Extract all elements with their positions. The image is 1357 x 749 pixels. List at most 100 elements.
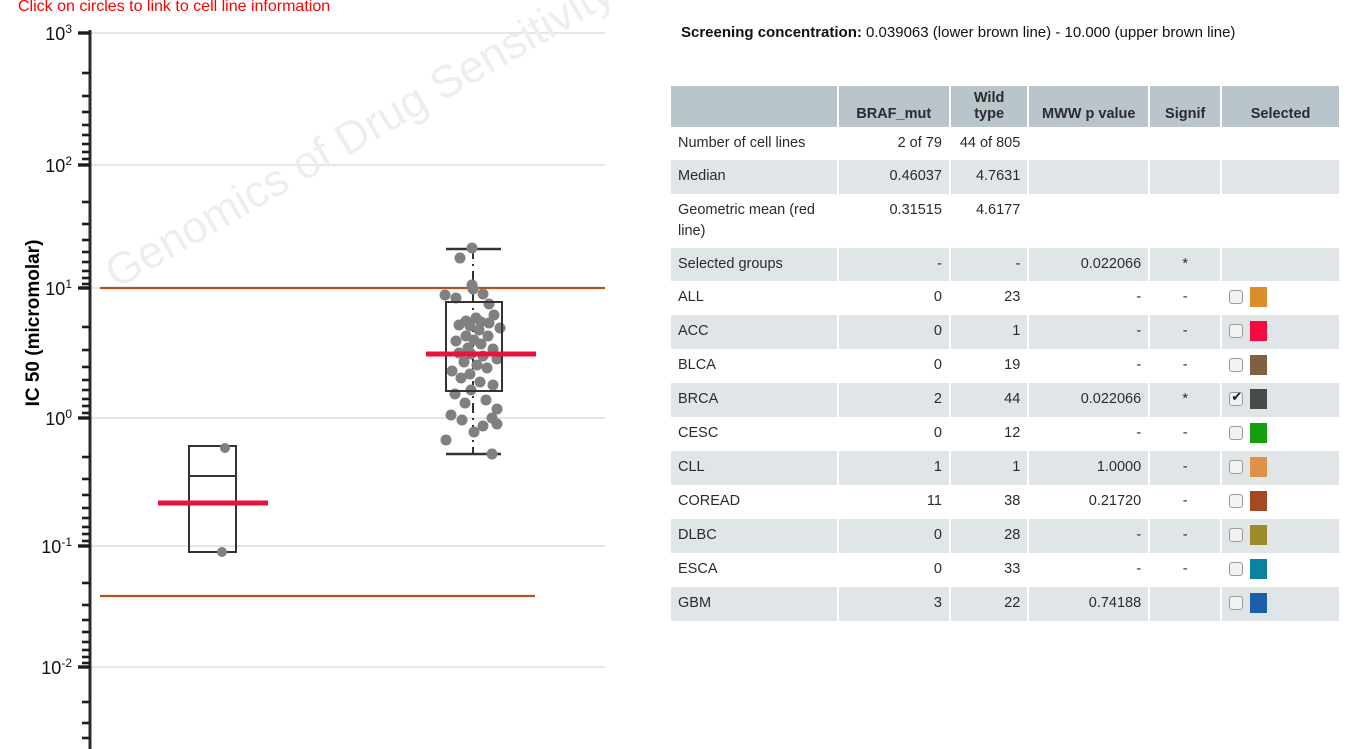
cell-wild: 44	[950, 382, 1028, 417]
row-label: COREAD	[671, 484, 837, 519]
select-checkbox[interactable]	[1229, 357, 1244, 372]
cell-braf: 2 of 79	[838, 127, 949, 161]
cell-braf: 0	[838, 518, 949, 553]
table-row[interactable]: DLBC 0 28- -	[671, 518, 1339, 553]
cell-signif: -	[1150, 518, 1221, 553]
cell-signif: -	[1150, 280, 1221, 315]
table-row[interactable]: ESCA 0 33- -	[671, 552, 1339, 587]
cell-mww: -	[1029, 518, 1149, 553]
select-checkbox[interactable]	[1229, 459, 1244, 474]
stats-table-wrap: BRAF_mut Wild type MWW p value Signif Se…	[669, 86, 1345, 621]
select-checkbox[interactable]	[1229, 561, 1244, 576]
boxplot-panel: Click on circles to link to cell line in…	[0, 0, 650, 749]
tissue-color-swatch	[1250, 286, 1268, 307]
cell-wild: 44 of 805	[950, 127, 1028, 161]
row-label: Geometric mean (red line)	[671, 193, 837, 248]
row-label: BLCA	[671, 348, 837, 383]
cell-mww: 0.022066	[1029, 382, 1149, 417]
boxplot-svg[interactable]: 103 102 101 100 10-1 10-2	[0, 22, 650, 749]
select-checkbox[interactable]	[1229, 493, 1244, 508]
select-checkbox[interactable]	[1229, 425, 1244, 440]
svg-text:10-2: 10-2	[41, 656, 72, 678]
row-label: CESC	[671, 416, 837, 451]
cell-selected[interactable]	[1222, 280, 1339, 315]
table-header-row: BRAF_mut Wild type MWW p value Signif Se…	[671, 86, 1339, 128]
row-label: DLBC	[671, 518, 837, 553]
cell-braf: 0.31515	[838, 193, 949, 248]
cell-wild: 1	[950, 314, 1028, 349]
cell-selected	[1222, 127, 1339, 161]
cell-signif: -	[1150, 416, 1221, 451]
cell-signif	[1150, 160, 1221, 194]
table-row[interactable]: BLCA 0 19- -	[671, 348, 1339, 383]
screening-concentration-value: 0.039063 (lower brown line) - 10.000 (up…	[861, 24, 1236, 41]
cell-selected[interactable]	[1222, 314, 1339, 349]
svg-text:101: 101	[45, 277, 72, 299]
cell-wild: 33	[950, 552, 1028, 587]
cell-braf: 0	[838, 348, 949, 383]
table-row[interactable]: ALL 0 23- -	[671, 280, 1339, 315]
row-label: ESCA	[671, 552, 837, 587]
row-label: ACC	[671, 314, 837, 349]
tissue-color-swatch	[1250, 456, 1268, 477]
col-header-selected: Selected	[1222, 86, 1339, 128]
cell-selected[interactable]	[1222, 586, 1339, 621]
plot-area: IC 50 (micromolar) 103 102 101 100 10-1 …	[0, 0, 650, 749]
row-label: BRCA	[671, 382, 837, 417]
cell-selected	[1222, 160, 1339, 194]
cell-selected[interactable]	[1222, 484, 1339, 519]
table-row: Median 0.46037 4.7631	[671, 160, 1339, 194]
cell-mww: -	[1029, 314, 1149, 349]
cell-mww: 0.21720	[1029, 484, 1149, 519]
cell-mww	[1029, 160, 1149, 194]
cell-mww: 1.0000	[1029, 450, 1149, 485]
select-checkbox[interactable]	[1229, 323, 1244, 338]
cell-braf: 11	[838, 484, 949, 519]
select-checkbox[interactable]	[1229, 289, 1244, 304]
table-row[interactable]: BRCA 2 44 0.022066 *	[671, 382, 1339, 417]
info-panel: Screening concentration: 0.039063 (lower…	[669, 0, 1345, 749]
table-row: Selected groups - - 0.022066 *	[671, 247, 1339, 281]
cell-braf: 0	[838, 416, 949, 451]
cell-wild: 22	[950, 586, 1028, 621]
row-label: Median	[671, 160, 837, 194]
table-row[interactable]: CLL 1 1 1.0000-	[671, 450, 1339, 485]
screening-concentration-label: Screening concentration:	[681, 24, 862, 41]
cell-signif	[1150, 586, 1221, 621]
cell-braf: 0.46037	[838, 160, 949, 194]
table-row[interactable]: CESC 0 12- -	[671, 416, 1339, 451]
tissue-color-swatch	[1250, 388, 1268, 409]
cell-selected[interactable]	[1222, 348, 1339, 383]
cell-selected	[1222, 193, 1339, 248]
cell-signif: -	[1150, 552, 1221, 587]
col-header-braf-mut: BRAF_mut	[838, 86, 949, 128]
cell-selected[interactable]	[1222, 382, 1339, 417]
cell-mww	[1029, 127, 1149, 161]
select-checkbox[interactable]	[1229, 527, 1244, 542]
cell-braf: 2	[838, 382, 949, 417]
cell-selected[interactable]	[1222, 416, 1339, 451]
cell-mww: -	[1029, 416, 1149, 451]
col-header-wild-type: Wild type	[950, 86, 1028, 128]
cell-selected[interactable]	[1222, 450, 1339, 485]
row-label: CLL	[671, 450, 837, 485]
table-row[interactable]: ACC 0 1- -	[671, 314, 1339, 349]
row-label: GBM	[671, 586, 837, 621]
tissue-color-swatch	[1250, 558, 1268, 579]
cell-selected[interactable]	[1222, 552, 1339, 587]
table-row[interactable]: COREAD 11 38 0.21720-	[671, 484, 1339, 519]
cell-braf: -	[838, 247, 949, 281]
table-row[interactable]: GBM 3 22 0.74188	[671, 586, 1339, 621]
col-header-mww-p-value: MWW p value	[1029, 86, 1149, 128]
tissue-color-swatch	[1250, 354, 1268, 375]
cell-selected[interactable]	[1222, 518, 1339, 553]
select-checkbox[interactable]	[1229, 595, 1244, 610]
table-row: Number of cell lines 2 of 79 44 of 805	[671, 127, 1339, 161]
cell-wild: 38	[950, 484, 1028, 519]
boxplot-group-braf-mut	[158, 443, 268, 557]
cell-wild: 19	[950, 348, 1028, 383]
cell-mww: -	[1029, 280, 1149, 315]
row-label: Number of cell lines	[671, 127, 837, 161]
stats-table: BRAF_mut Wild type MWW p value Signif Se…	[669, 86, 1341, 621]
select-checkbox[interactable]	[1229, 390, 1244, 406]
